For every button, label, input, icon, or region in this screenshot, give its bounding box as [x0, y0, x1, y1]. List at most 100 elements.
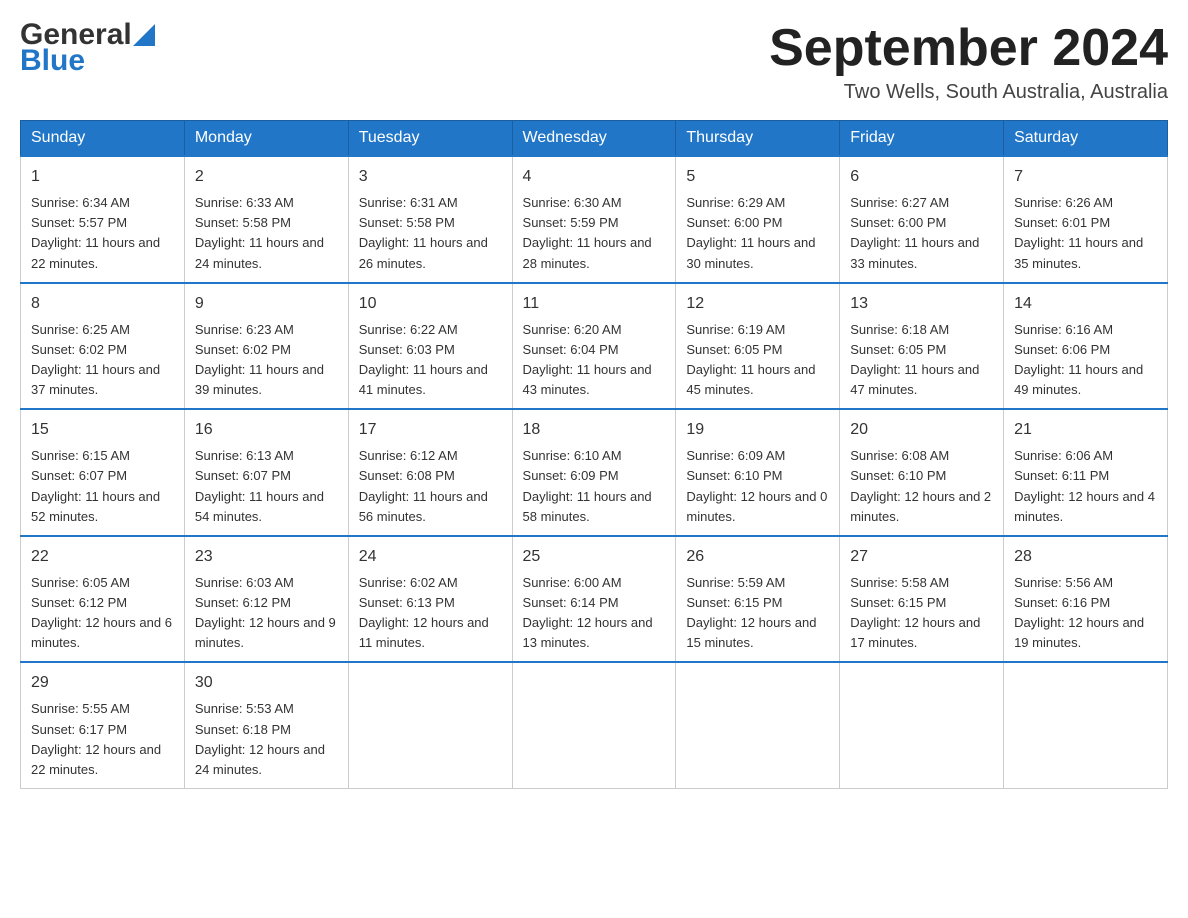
day-info: Sunrise: 6:16 AMSunset: 6:06 PMDaylight:… [1014, 320, 1157, 401]
day-number: 14 [1014, 292, 1157, 316]
calendar-cell: 4 Sunrise: 6:30 AMSunset: 5:59 PMDayligh… [512, 156, 676, 283]
calendar-cell: 29 Sunrise: 5:55 AMSunset: 6:17 PMDaylig… [21, 662, 185, 788]
day-header-friday: Friday [840, 121, 1004, 157]
day-number: 25 [523, 545, 666, 569]
day-info: Sunrise: 6:23 AMSunset: 6:02 PMDaylight:… [195, 320, 338, 401]
day-header-sunday: Sunday [21, 121, 185, 157]
day-number: 10 [359, 292, 502, 316]
day-info: Sunrise: 6:26 AMSunset: 6:01 PMDaylight:… [1014, 193, 1157, 274]
day-number: 13 [850, 292, 993, 316]
calendar-cell [348, 662, 512, 788]
day-info: Sunrise: 6:22 AMSunset: 6:03 PMDaylight:… [359, 320, 502, 401]
day-info: Sunrise: 6:34 AMSunset: 5:57 PMDaylight:… [31, 193, 174, 274]
day-info: Sunrise: 6:19 AMSunset: 6:05 PMDaylight:… [686, 320, 829, 401]
calendar-cell: 21 Sunrise: 6:06 AMSunset: 6:11 PMDaylig… [1004, 409, 1168, 536]
calendar-table: SundayMondayTuesdayWednesdayThursdayFrid… [20, 120, 1168, 789]
week-row-3: 15 Sunrise: 6:15 AMSunset: 6:07 PMDaylig… [21, 409, 1168, 536]
day-info: Sunrise: 6:15 AMSunset: 6:07 PMDaylight:… [31, 446, 174, 527]
day-info: Sunrise: 6:12 AMSunset: 6:08 PMDaylight:… [359, 446, 502, 527]
day-info: Sunrise: 6:08 AMSunset: 6:10 PMDaylight:… [850, 446, 993, 527]
day-info: Sunrise: 5:59 AMSunset: 6:15 PMDaylight:… [686, 573, 829, 654]
calendar-header-row: SundayMondayTuesdayWednesdayThursdayFrid… [21, 121, 1168, 157]
calendar-cell [1004, 662, 1168, 788]
day-number: 26 [686, 545, 829, 569]
calendar-cell [840, 662, 1004, 788]
calendar-cell: 8 Sunrise: 6:25 AMSunset: 6:02 PMDayligh… [21, 283, 185, 410]
day-number: 20 [850, 418, 993, 442]
location-subtitle: Two Wells, South Australia, Australia [769, 81, 1168, 104]
calendar-cell: 5 Sunrise: 6:29 AMSunset: 6:00 PMDayligh… [676, 156, 840, 283]
day-info: Sunrise: 5:53 AMSunset: 6:18 PMDaylight:… [195, 699, 338, 780]
day-info: Sunrise: 6:31 AMSunset: 5:58 PMDaylight:… [359, 193, 502, 274]
day-number: 6 [850, 165, 993, 189]
day-number: 28 [1014, 545, 1157, 569]
calendar-cell: 7 Sunrise: 6:26 AMSunset: 6:01 PMDayligh… [1004, 156, 1168, 283]
calendar-cell: 27 Sunrise: 5:58 AMSunset: 6:15 PMDaylig… [840, 536, 1004, 663]
day-number: 30 [195, 671, 338, 695]
calendar-cell: 18 Sunrise: 6:10 AMSunset: 6:09 PMDaylig… [512, 409, 676, 536]
calendar-cell: 20 Sunrise: 6:08 AMSunset: 6:10 PMDaylig… [840, 409, 1004, 536]
day-number: 23 [195, 545, 338, 569]
calendar-cell: 6 Sunrise: 6:27 AMSunset: 6:00 PMDayligh… [840, 156, 1004, 283]
calendar-cell: 3 Sunrise: 6:31 AMSunset: 5:58 PMDayligh… [348, 156, 512, 283]
day-info: Sunrise: 6:27 AMSunset: 6:00 PMDaylight:… [850, 193, 993, 274]
day-number: 24 [359, 545, 502, 569]
calendar-cell: 19 Sunrise: 6:09 AMSunset: 6:10 PMDaylig… [676, 409, 840, 536]
day-info: Sunrise: 6:25 AMSunset: 6:02 PMDaylight:… [31, 320, 174, 401]
day-info: Sunrise: 5:56 AMSunset: 6:16 PMDaylight:… [1014, 573, 1157, 654]
day-info: Sunrise: 6:09 AMSunset: 6:10 PMDaylight:… [686, 446, 829, 527]
day-info: Sunrise: 6:10 AMSunset: 6:09 PMDaylight:… [523, 446, 666, 527]
day-info: Sunrise: 6:06 AMSunset: 6:11 PMDaylight:… [1014, 446, 1157, 527]
week-row-4: 22 Sunrise: 6:05 AMSunset: 6:12 PMDaylig… [21, 536, 1168, 663]
day-info: Sunrise: 6:30 AMSunset: 5:59 PMDaylight:… [523, 193, 666, 274]
day-number: 18 [523, 418, 666, 442]
title-area: September 2024 Two Wells, South Australi… [769, 20, 1168, 104]
logo: General Blue [20, 20, 156, 76]
calendar-cell: 30 Sunrise: 5:53 AMSunset: 6:18 PMDaylig… [184, 662, 348, 788]
day-header-thursday: Thursday [676, 121, 840, 157]
day-number: 29 [31, 671, 174, 695]
calendar-cell: 22 Sunrise: 6:05 AMSunset: 6:12 PMDaylig… [21, 536, 185, 663]
calendar-cell: 2 Sunrise: 6:33 AMSunset: 5:58 PMDayligh… [184, 156, 348, 283]
day-number: 11 [523, 292, 666, 316]
day-number: 19 [686, 418, 829, 442]
day-info: Sunrise: 5:58 AMSunset: 6:15 PMDaylight:… [850, 573, 993, 654]
calendar-cell: 17 Sunrise: 6:12 AMSunset: 6:08 PMDaylig… [348, 409, 512, 536]
day-info: Sunrise: 6:03 AMSunset: 6:12 PMDaylight:… [195, 573, 338, 654]
day-number: 21 [1014, 418, 1157, 442]
day-number: 15 [31, 418, 174, 442]
calendar-cell: 1 Sunrise: 6:34 AMSunset: 5:57 PMDayligh… [21, 156, 185, 283]
logo-triangle-icon [133, 24, 155, 46]
week-row-2: 8 Sunrise: 6:25 AMSunset: 6:02 PMDayligh… [21, 283, 1168, 410]
day-number: 16 [195, 418, 338, 442]
calendar-cell: 12 Sunrise: 6:19 AMSunset: 6:05 PMDaylig… [676, 283, 840, 410]
calendar-cell [512, 662, 676, 788]
day-number: 2 [195, 165, 338, 189]
day-number: 27 [850, 545, 993, 569]
logo-blue-text: Blue [20, 44, 85, 77]
day-header-saturday: Saturday [1004, 121, 1168, 157]
calendar-cell: 10 Sunrise: 6:22 AMSunset: 6:03 PMDaylig… [348, 283, 512, 410]
calendar-cell: 23 Sunrise: 6:03 AMSunset: 6:12 PMDaylig… [184, 536, 348, 663]
calendar-cell: 26 Sunrise: 5:59 AMSunset: 6:15 PMDaylig… [676, 536, 840, 663]
week-row-1: 1 Sunrise: 6:34 AMSunset: 5:57 PMDayligh… [21, 156, 1168, 283]
calendar-cell: 9 Sunrise: 6:23 AMSunset: 6:02 PMDayligh… [184, 283, 348, 410]
day-number: 8 [31, 292, 174, 316]
day-header-wednesday: Wednesday [512, 121, 676, 157]
day-number: 3 [359, 165, 502, 189]
day-info: Sunrise: 6:05 AMSunset: 6:12 PMDaylight:… [31, 573, 174, 654]
calendar-cell: 24 Sunrise: 6:02 AMSunset: 6:13 PMDaylig… [348, 536, 512, 663]
calendar-cell: 11 Sunrise: 6:20 AMSunset: 6:04 PMDaylig… [512, 283, 676, 410]
day-header-monday: Monday [184, 121, 348, 157]
day-number: 5 [686, 165, 829, 189]
day-info: Sunrise: 5:55 AMSunset: 6:17 PMDaylight:… [31, 699, 174, 780]
week-row-5: 29 Sunrise: 5:55 AMSunset: 6:17 PMDaylig… [21, 662, 1168, 788]
calendar-cell: 15 Sunrise: 6:15 AMSunset: 6:07 PMDaylig… [21, 409, 185, 536]
day-info: Sunrise: 6:18 AMSunset: 6:05 PMDaylight:… [850, 320, 993, 401]
day-header-tuesday: Tuesday [348, 121, 512, 157]
day-info: Sunrise: 6:33 AMSunset: 5:58 PMDaylight:… [195, 193, 338, 274]
calendar-cell: 13 Sunrise: 6:18 AMSunset: 6:05 PMDaylig… [840, 283, 1004, 410]
day-number: 12 [686, 292, 829, 316]
day-info: Sunrise: 6:13 AMSunset: 6:07 PMDaylight:… [195, 446, 338, 527]
day-number: 9 [195, 292, 338, 316]
